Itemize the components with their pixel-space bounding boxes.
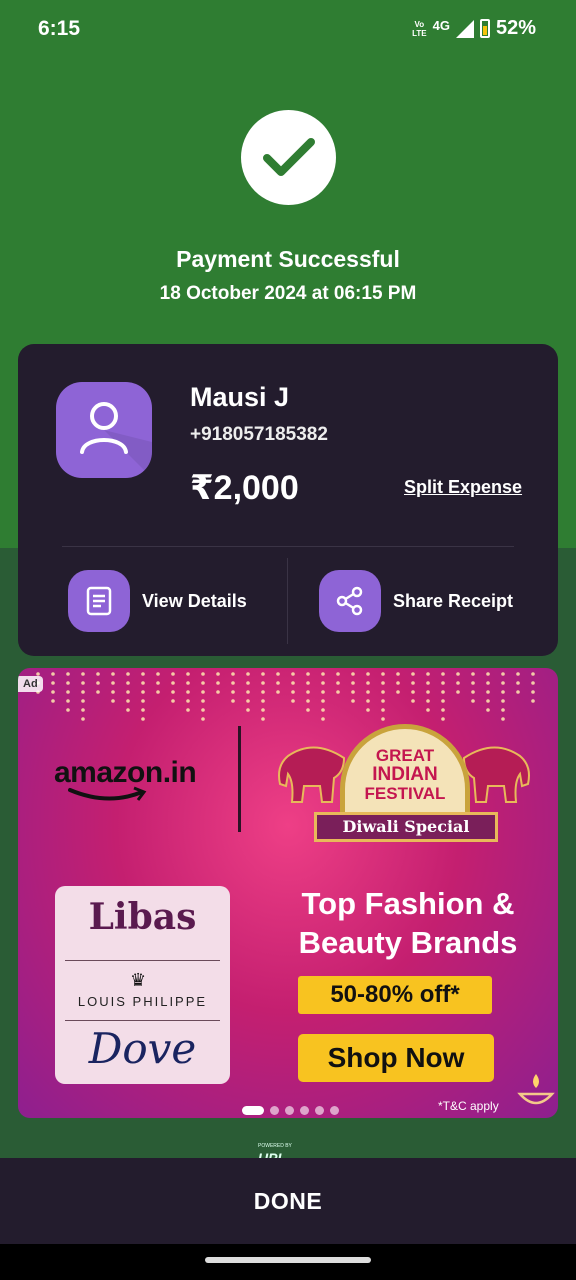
ad-badge: Ad xyxy=(18,676,43,692)
carousel-dot[interactable] xyxy=(315,1106,324,1115)
status-icons: Vo LTE 4G 52% xyxy=(412,17,536,40)
ad-banner[interactable]: Ad amazon.in GREAT INDIAN FESTIVAL Diwal… xyxy=(18,668,558,1118)
ad-separator xyxy=(238,726,241,832)
carousel-dot[interactable] xyxy=(285,1106,294,1115)
crown-icon: ♛ xyxy=(130,970,147,990)
battery-percent: 52% xyxy=(495,17,536,39)
discount-badge: 50-80% off* xyxy=(298,976,492,1014)
carousel-dot[interactable] xyxy=(242,1106,264,1115)
share-receipt-label: Share Receipt xyxy=(393,590,514,611)
card-divider xyxy=(62,546,514,547)
diya-icon xyxy=(517,1074,555,1105)
dove-logo: Dove xyxy=(88,1024,197,1073)
share-receipt-button[interactable]: Share Receipt xyxy=(319,570,513,632)
amazon-smile-icon xyxy=(68,786,147,801)
view-details-button[interactable]: View Details xyxy=(68,570,247,632)
status-bar: 6:15 Vo LTE 4G 52% xyxy=(0,0,576,58)
string-lights-decoration xyxy=(36,672,535,721)
payment-amount: ₹2,000 xyxy=(190,469,299,507)
carousel-dot[interactable] xyxy=(330,1106,339,1115)
document-icon xyxy=(68,570,130,632)
louis-philippe-logo: LOUIS PHILIPPE xyxy=(77,994,208,1009)
payee-phone: +918057185382 xyxy=(190,424,328,445)
avatar xyxy=(56,382,152,478)
signal-icon xyxy=(455,19,474,38)
carousel-dot[interactable] xyxy=(270,1106,279,1115)
carousel-dot[interactable] xyxy=(300,1106,309,1115)
elephant-left-icon xyxy=(278,746,346,803)
battery-icon xyxy=(479,19,490,38)
brand-divider xyxy=(65,960,220,961)
action-divider xyxy=(287,558,288,644)
network-type: 4G xyxy=(432,18,450,33)
done-bar: DONE xyxy=(0,1158,576,1244)
brand-divider xyxy=(65,1020,220,1021)
carousel-indicator[interactable] xyxy=(242,1106,339,1115)
terms-note: *T&C apply xyxy=(438,1099,499,1113)
done-button[interactable]: DONE xyxy=(254,1188,322,1215)
festival-title: GREAT INDIAN FESTIVAL xyxy=(364,746,446,803)
brand-logos: Libas ♛ LOUIS PHILIPPE Dove xyxy=(55,886,230,1084)
status-time: 6:15 xyxy=(38,17,81,40)
diwali-ribbon: Diwali Special xyxy=(314,812,498,842)
payment-status-title: Payment Successful xyxy=(176,246,400,272)
payment-card: Mausi J +918057185382 ₹2,000 Split Expen… xyxy=(18,344,558,656)
payee-name: Mausi J xyxy=(190,382,290,412)
share-icon xyxy=(319,570,381,632)
promo-headline: Top Fashion & Beauty Brands xyxy=(298,886,518,960)
elephant-right-icon xyxy=(462,746,530,803)
view-details-label: View Details xyxy=(142,590,247,611)
shop-now-button[interactable]: Shop Now xyxy=(298,1034,494,1082)
libas-logo: Libas xyxy=(88,896,197,938)
volte-icon: Vo LTE xyxy=(412,19,427,38)
success-check-icon xyxy=(241,110,336,205)
payment-datetime: 18 October 2024 at 06:15 PM xyxy=(159,283,417,304)
home-gesture-handle[interactable] xyxy=(205,1257,371,1263)
powered-by-label: POWERED BY xyxy=(258,1143,292,1149)
split-expense-link[interactable]: Split Expense xyxy=(404,477,522,498)
amazon-logo: amazon.in xyxy=(54,756,197,789)
